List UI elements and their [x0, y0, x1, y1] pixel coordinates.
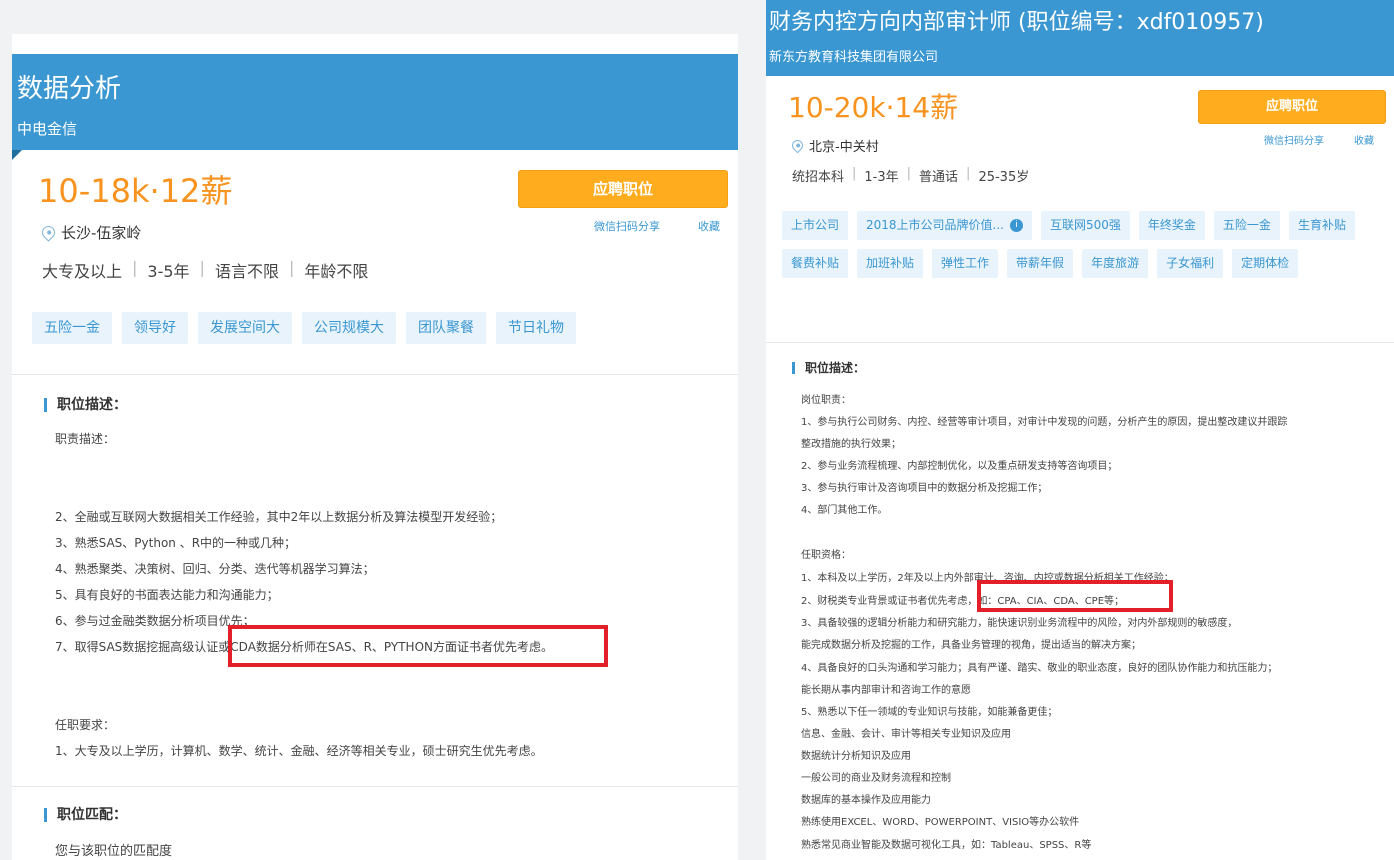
benefit-tag: 子女福利	[1157, 249, 1224, 278]
job-title: 财务内控方向内部审计师 (职位编号：xdf010957)	[769, 10, 1264, 35]
desc-line: 3、熟悉SAS、Python 、R中的一种或几种；	[55, 536, 297, 550]
left-job-card: 数据分析 中电金信 10-18k·12薪 应聘职位 微信扫码分享 收藏 长沙-伍…	[12, 34, 738, 860]
benefit-tag: 发展空间大	[198, 312, 292, 344]
benefit-tag: 领导好	[122, 312, 188, 344]
highlight-box	[228, 625, 608, 667]
desc-line: 一般公司的商业及财务流程和控制	[801, 773, 951, 784]
location-pin-icon	[789, 137, 806, 154]
req-experience: 1-3年	[864, 170, 899, 185]
benefit-tag: 带薪年假	[1007, 249, 1074, 278]
benefit-tag-text: 2018上市公司品牌价值...	[866, 218, 1004, 232]
req-experience: 3-5年	[147, 262, 190, 281]
job-title-banner: 数据分析 中电金信	[12, 54, 738, 150]
job-requirements: 大专及以上 | 3-5年 | 语言不限 | 年龄不限	[42, 258, 368, 282]
wechat-share-link[interactable]: 微信扫码分享	[594, 218, 660, 234]
job-match-heading: 职位匹配：	[44, 808, 127, 822]
desc-line: 任职资格：	[801, 550, 851, 561]
desc-line: 4、具备良好的口头沟通和学习能力；具有严谨、踏实、敬业的职业态度，良好的团队协作…	[801, 663, 1278, 674]
benefit-tag: 年度旅游	[1082, 249, 1149, 278]
banner-fold	[12, 150, 22, 160]
desc-line: 4、熟悉聚类、决策树、回归、分类、迭代等机器学习算法；	[55, 562, 375, 576]
desc-line: 职责描述：	[55, 432, 116, 446]
benefit-tags: 五险一金 领导好 发展空间大 公司规模大 团队聚餐 节日礼物	[32, 312, 712, 344]
benefit-tag: 弹性工作	[932, 249, 999, 278]
benefit-tag: 加班补贴	[857, 249, 924, 278]
desc-line: 2、参与业务流程梳理、内部控制优化，以及重点研发支持等咨询项目；	[801, 461, 1118, 472]
benefit-tag: 节日礼物	[496, 312, 576, 344]
section-divider	[12, 374, 738, 375]
favorite-link[interactable]: 收藏	[698, 218, 720, 234]
desc-line: 能长期从事内部审计和咨询工作的意愿	[801, 685, 971, 696]
desc-line: 任职要求：	[55, 718, 116, 732]
benefit-tag: 定期体检	[1232, 249, 1299, 278]
job-description-heading: 职位描述：	[44, 398, 127, 412]
req-separator: |	[288, 258, 295, 277]
wechat-share-link[interactable]: 微信扫码分享	[1264, 132, 1324, 147]
benefit-tag: 年终奖金	[1138, 211, 1205, 240]
desc-line: 熟练使用EXCEL、WORD、POWERPOINT、VISIO等办公软件	[801, 817, 1080, 828]
desc-line: 1、参与执行公司财务、内控、经营等审计项目，对审计中发现的问题，分析产生的原因，…	[801, 417, 1288, 428]
desc-line: 5、熟悉以下任一领域的专业知识与技能，如能兼备更佳；	[801, 707, 1058, 718]
desc-line: 能完成数据分析及挖掘的工作，具备业务管理的视角，提出适当的解决方案；	[801, 640, 1141, 651]
req-education: 统招本科	[792, 170, 845, 185]
benefit-tag: 上市公司	[782, 211, 849, 240]
location: 长沙-伍家岭	[39, 222, 142, 243]
salary: 10-20k·14薪	[788, 91, 959, 124]
apply-button[interactable]: 应聘职位	[1198, 90, 1386, 124]
req-separator: |	[852, 166, 857, 181]
desc-line: 2、全融或互联网大数据相关工作经验，其中2年以上数据分析及算法模型开发经验；	[55, 510, 503, 524]
salary: 10-18k·12薪	[38, 172, 233, 210]
benefit-tags: 上市公司 2018上市公司品牌价值... i 互联网500强 年终奖金 五险一金 …	[782, 211, 1382, 278]
req-separator: |	[132, 258, 138, 277]
benefit-tag: 五险一金	[1213, 211, 1280, 240]
desc-line: 信息、金融、会计、审计等相关专业知识及应用	[801, 729, 1011, 740]
job-title-banner: 财务内控方向内部审计师 (职位编号：xdf010957) 新东方教育科技集团有限…	[766, 0, 1394, 76]
highlight-box	[977, 580, 1173, 612]
right-job-card: 财务内控方向内部审计师 (职位编号：xdf010957) 新东方教育科技集团有限…	[766, 0, 1394, 860]
desc-line: 熟悉常见商业智能及数据可视化工具，如：Tableau、SPSS、R等	[801, 840, 1092, 851]
section-divider	[12, 786, 738, 787]
req-separator: |	[966, 166, 971, 181]
desc-line: 数据统计分析知识及应用	[801, 751, 911, 762]
req-age: 年龄不限	[304, 262, 369, 281]
desc-line: 6、参与过金融类数据分析项目优先；	[55, 614, 255, 628]
req-language: 语言不限	[214, 262, 279, 281]
desc-line: 岗位职责：	[801, 395, 851, 406]
desc-line: 数据库的基本操作及应用能力	[801, 795, 931, 806]
benefit-tag-with-info: 2018上市公司品牌价值... i	[857, 211, 1032, 240]
location-text: 北京-中关村	[809, 140, 879, 155]
company-name[interactable]: 中电金信	[17, 118, 77, 139]
desc-line: 5、具有良好的书面表达能力和沟通能力；	[55, 588, 279, 602]
location-pin-icon	[39, 223, 58, 242]
match-line: 您与该职位的匹配度	[55, 844, 173, 859]
desc-line: 3、具备较强的逻辑分析能力和研究能力，能快速识别业务流程中的风险，对内外部规则的…	[801, 618, 1238, 629]
desc-line: 1、大专及以上学历，计算机、数学、统计、金融、经济等相关专业，硕士研究生优先考虑…	[55, 744, 543, 758]
desc-line: 4、部门其他工作。	[801, 505, 888, 516]
job-title: 数据分析	[17, 74, 122, 104]
req-separator: |	[199, 258, 205, 277]
location-text: 长沙-伍家岭	[61, 224, 142, 242]
benefit-tag: 餐费补贴	[782, 249, 849, 278]
req-separator: |	[906, 166, 912, 181]
section-divider	[766, 342, 1394, 343]
benefit-tag: 生育补贴	[1288, 211, 1355, 240]
location: 北京-中关村	[789, 136, 879, 155]
apply-button[interactable]: 应聘职位	[518, 170, 728, 208]
info-icon[interactable]: i	[1010, 219, 1023, 232]
job-description-heading: 职位描述：	[792, 362, 865, 374]
benefit-tag: 互联网500强	[1041, 211, 1130, 240]
benefit-tag: 公司规模大	[302, 312, 396, 344]
req-language: 普通话	[919, 170, 959, 185]
desc-line: 3、参与执行审计及咨询项目中的数据分析及挖掘工作；	[801, 483, 1048, 494]
desc-line: 整改措施的执行效果；	[801, 439, 901, 450]
benefit-tag: 五险一金	[32, 312, 112, 344]
favorite-link[interactable]: 收藏	[1354, 132, 1374, 147]
req-education: 大专及以上	[42, 262, 123, 281]
req-age: 25-35岁	[978, 170, 1030, 185]
job-requirements: 统招本科 | 1-3年 | 普通话 | 25-35岁	[792, 166, 1029, 185]
benefit-tag: 团队聚餐	[406, 312, 486, 344]
company-name[interactable]: 新东方教育科技集团有限公司	[769, 46, 938, 65]
